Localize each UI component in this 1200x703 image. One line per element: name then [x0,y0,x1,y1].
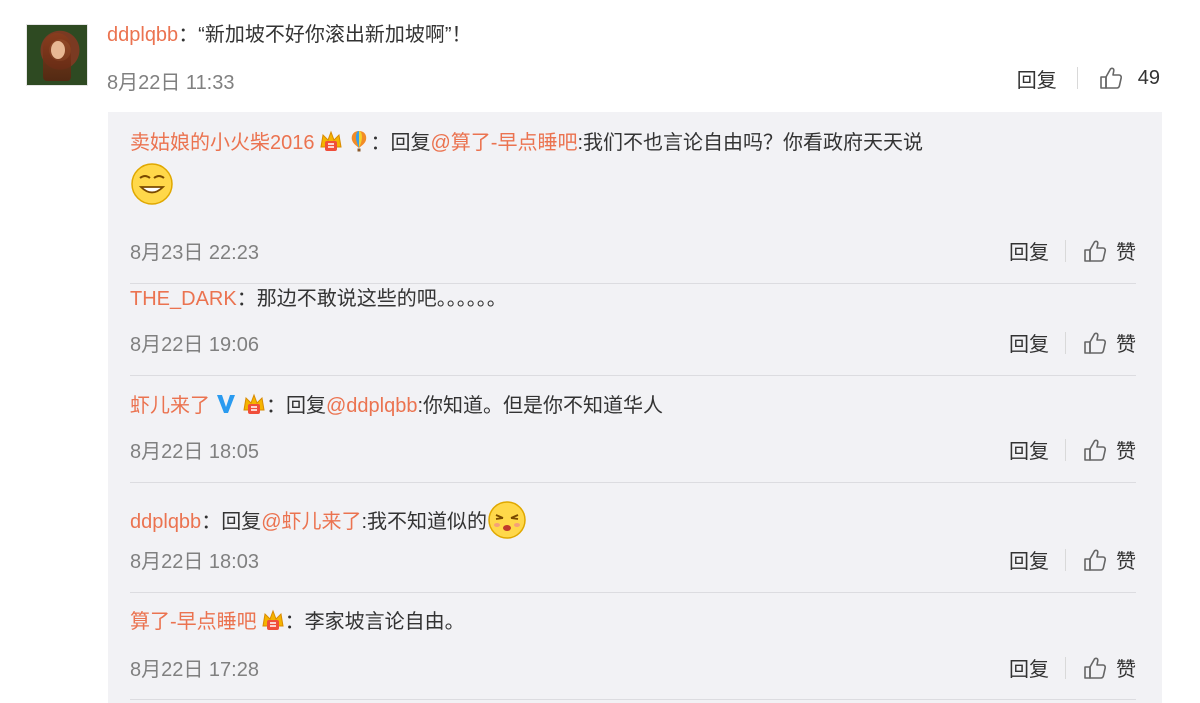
timestamp: 8月22日 11:33 [107,72,235,94]
reply-content: 李家坡言论自由。 [304,611,465,633]
reply-thread: 卖姑娘的小火柴2016 ：回复@算了-早点睡吧:我们不也言论自由吗？你看政府天天… [108,112,1162,703]
username-link[interactable]: 虾儿来了 [130,395,210,417]
reply-item: ddplqbb：回复@虾儿来了:我不知道似的 8月22日 18:03 回复 赞 [130,500,1136,600]
username-link[interactable]: ddplqbb [130,511,201,533]
mention-link[interactable]: @虾儿来了 [261,511,361,533]
reply-prefix: 回复 [390,132,431,154]
reply-button[interactable]: 回复 [1009,435,1049,464]
reply-actions: 回复 赞 [1009,236,1136,265]
divider [1065,438,1066,461]
divider [1065,239,1066,262]
comment-actions: 回复 49 [1017,64,1160,92]
verified-v-icon[interactable] [214,392,238,416]
separator: ： [266,395,286,417]
balloon-badge-icon[interactable] [347,129,371,153]
reply-divider [130,375,1136,376]
thumbs-up-icon[interactable] [1082,547,1108,573]
reply-button[interactable]: 回复 [1009,236,1049,265]
reply-content: 那边不敢说这些的吧。。。。。。 [256,288,507,310]
grin-emoji-icon [131,163,173,205]
reply-divider [130,699,1136,700]
reply-content: :我不知道似的 [361,511,488,533]
reply-prefix: 回复 [221,511,262,533]
timestamp: 8月22日 18:03 [130,551,259,573]
reply-button[interactable]: 回复 [1009,545,1049,574]
reply-text: 算了-早点睡吧 ：李家坡言论自由。 [130,607,465,637]
reply-button[interactable]: 回复 [1009,328,1049,357]
reply-actions: 回复 赞 [1009,435,1136,464]
username-link[interactable]: THE_DARK [130,288,237,310]
pout-emoji-icon [488,501,526,539]
divider [1065,548,1066,571]
reply-text: THE_DARK：那边不敢说这些的吧。。。。。。 [130,284,507,314]
divider [1065,656,1066,679]
username-link[interactable]: 算了-早点睡吧 [130,611,257,633]
reply-item: 虾儿来了 ：回复@ddplqbb:你知道。但是你不知道华人 8月22日 18:0… [130,391,1136,491]
avatar[interactable] [26,24,88,86]
like-button[interactable]: 赞 [1116,545,1136,574]
thumbs-up-icon[interactable] [1082,238,1108,264]
crown-badge-icon[interactable] [319,129,343,153]
reply-prefix: 回复 [286,395,326,417]
like-button[interactable]: 赞 [1116,328,1136,357]
reply-text: ddplqbb：回复@虾儿来了:我不知道似的 [130,500,527,540]
like-count: 49 [1137,66,1160,89]
divider [1065,331,1066,354]
thumbs-up-icon[interactable] [1082,330,1108,356]
reply-text: 虾儿来了 ：回复@ddplqbb:你知道。但是你不知道华人 [130,391,663,421]
main-comment: ddplqbb：“新加坡不好你滚出新加坡啊”！ 8月22日 11:33 回复 4… [0,0,1200,110]
divider [1076,67,1078,89]
main-comment-text: ddplqbb：“新加坡不好你滚出新加坡啊”！ [107,22,472,48]
reply-text: 卖姑娘的小火柴2016 ：回复@算了-早点睡吧:我们不也言论自由吗？你看政府天天… [130,128,923,158]
comment-content: ：“新加坡不好你滚出新加坡啊”！ [178,24,472,46]
mention-link[interactable]: @ddplqbb [326,395,417,417]
reply-button[interactable]: 回复 [1009,653,1049,682]
reply-divider [130,482,1136,483]
timestamp: 8月22日 17:28 [130,659,259,681]
like-button[interactable]: 赞 [1116,435,1136,464]
reply-content: :你知道。但是你不知道华人 [417,395,664,417]
reply-content: :我们不也言论自由吗？你看政府天天说 [577,132,924,154]
reply-actions: 回复 赞 [1009,545,1136,574]
like-button[interactable]: 赞 [1116,236,1136,265]
reply-item: 卖姑娘的小火柴2016 ：回复@算了-早点睡吧:我们不也言论自由吗？你看政府天天… [130,128,1136,284]
thumbs-up-icon[interactable] [1082,655,1108,681]
timestamp: 8月23日 22:23 [130,242,259,264]
reply-item: THE_DARK：那边不敢说这些的吧。。。。。。 8月22日 19:06 回复 … [130,284,1136,384]
username-link[interactable]: 卖姑娘的小火柴2016 [130,132,315,154]
reply-button[interactable]: 回复 [1017,64,1057,93]
reply-item: 算了-早点睡吧 ：李家坡言论自由。 8月22日 17:28 回复 赞 [130,607,1136,703]
timestamp: 8月22日 18:05 [130,441,259,463]
separator: ： [236,288,257,310]
like-button[interactable]: 赞 [1116,653,1136,682]
separator: ： [370,132,391,154]
timestamp: 8月22日 19:06 [130,334,259,356]
crown-badge-icon[interactable] [261,608,285,632]
separator: ： [201,511,222,533]
username-link[interactable]: ddplqbb [107,24,178,46]
reply-actions: 回复 赞 [1009,328,1136,357]
reply-divider [130,592,1136,593]
separator: ： [284,611,305,633]
thumbs-up-icon[interactable] [1082,437,1108,463]
reply-actions: 回复 赞 [1009,653,1136,682]
crown-badge-icon[interactable] [242,392,266,416]
mention-link[interactable]: @算了-早点睡吧 [431,132,578,154]
thumbs-up-icon[interactable] [1098,65,1124,91]
